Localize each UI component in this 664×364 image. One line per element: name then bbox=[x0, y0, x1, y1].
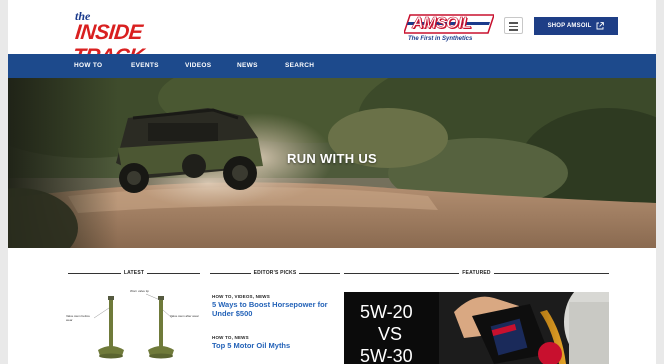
featured-article-image[interactable]: 5W-20 VS 5W-30 bbox=[344, 292, 609, 364]
pick-category: HOW TO, VIDEOS, NEWS bbox=[212, 294, 270, 299]
nav-item-videos[interactable]: VIDEOS bbox=[185, 62, 211, 69]
hero-banner[interactable]: RUN WITH US bbox=[8, 78, 656, 248]
shop-amsoil-button[interactable]: SHOP AMSOIL bbox=[534, 17, 618, 35]
latest-article-image[interactable]: Valve stem before wear Worn valve tip Va… bbox=[64, 288, 200, 364]
latest-label: LATEST bbox=[123, 270, 145, 276]
editors-pick-item[interactable]: HOW TO, NEWS Top 5 Motor Oil Myths bbox=[212, 335, 342, 351]
featured-text-line-3: 5W-30 bbox=[360, 346, 413, 364]
hamburger-icon-bar bbox=[509, 29, 518, 31]
caption-left: Valve stem before wear bbox=[66, 314, 90, 322]
nav-item-how-to[interactable]: HOW TO bbox=[74, 62, 102, 69]
valve-stems-illustration bbox=[93, 293, 174, 359]
featured-section-header: FEATURED bbox=[344, 269, 610, 277]
hamburger-icon-bar bbox=[509, 25, 518, 27]
site-header: the INSIDE TRACK AMSOIL The First in Syn… bbox=[8, 0, 656, 68]
featured-label: FEATURED bbox=[462, 270, 491, 276]
editors-picks-label: EDITOR'S PICKS bbox=[253, 270, 297, 276]
pick-category: HOW TO, NEWS bbox=[212, 335, 249, 340]
nav-item-search[interactable]: SEARCH bbox=[285, 62, 314, 69]
amsoil-logo[interactable]: AMSOIL The First in Synthetics bbox=[404, 14, 500, 46]
hero-title: RUN WITH US bbox=[287, 151, 377, 166]
pick-title-link[interactable]: 5 Ways to Boost Horsepower for Under $50… bbox=[212, 300, 342, 318]
amsoil-badge: AMSOIL bbox=[404, 14, 494, 34]
caption-top: Worn valve tip bbox=[130, 289, 149, 293]
divider-line bbox=[493, 272, 610, 274]
featured-text-line-1: 5W-20 bbox=[360, 302, 413, 322]
external-link-icon bbox=[596, 22, 605, 30]
main-nav: HOW TO EVENTS VIDEOS NEWS SEARCH bbox=[8, 54, 656, 78]
hamburger-icon-bar bbox=[509, 22, 518, 24]
divider-line bbox=[299, 272, 341, 274]
amsoil-tagline: The First in Synthetics bbox=[408, 36, 473, 42]
nav-item-news[interactable]: NEWS bbox=[237, 62, 258, 69]
page: the INSIDE TRACK AMSOIL The First in Syn… bbox=[8, 0, 656, 364]
editors-pick-item[interactable]: HOW TO, VIDEOS, NEWS 5 Ways to Boost Hor… bbox=[212, 294, 342, 318]
pick-title-link[interactable]: Top 5 Motor Oil Myths bbox=[212, 341, 342, 351]
editors-picks-section-header: EDITOR'S PICKS bbox=[210, 269, 341, 277]
amsoil-wordmark: AMSOIL bbox=[412, 15, 472, 33]
divider-line bbox=[147, 272, 200, 274]
shop-amsoil-label: SHOP AMSOIL bbox=[547, 23, 592, 29]
divider-line bbox=[344, 272, 460, 274]
inside-track-logo[interactable]: the INSIDE TRACK bbox=[72, 9, 206, 68]
featured-text-line-2: VS bbox=[378, 324, 403, 344]
divider-line bbox=[210, 272, 251, 274]
latest-section-header: LATEST bbox=[68, 269, 200, 277]
caption-right: Valve stem after wear bbox=[170, 314, 199, 318]
nav-item-events[interactable]: EVENTS bbox=[131, 62, 159, 69]
divider-line bbox=[68, 272, 121, 274]
menu-button[interactable] bbox=[504, 17, 523, 34]
